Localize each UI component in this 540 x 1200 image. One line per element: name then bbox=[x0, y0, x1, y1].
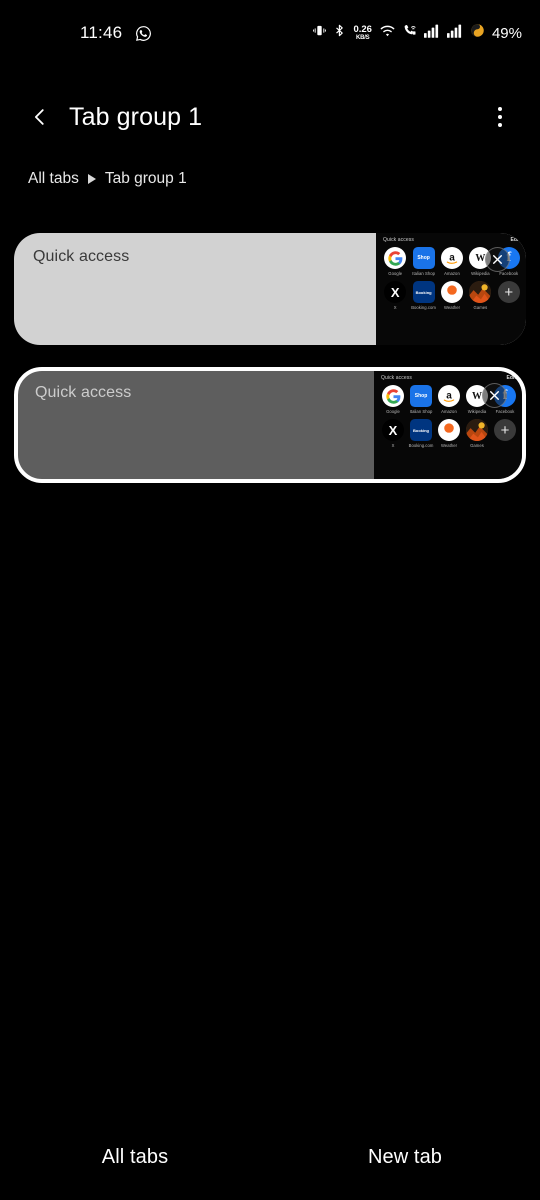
shortcut-label: Weather bbox=[443, 305, 461, 310]
shortcut-item: Google bbox=[379, 385, 407, 414]
games-icon bbox=[469, 281, 492, 303]
add-shortcut-glyph: + bbox=[500, 421, 510, 439]
wifi-icon bbox=[379, 23, 396, 43]
shortcut-item: Games bbox=[466, 281, 494, 310]
shortcut-label: Wikipedia bbox=[467, 409, 487, 414]
status-bar-right: 0.26 KB/S 49% bbox=[312, 23, 522, 43]
add-shortcut-icon: + bbox=[497, 281, 520, 303]
bluetooth-icon bbox=[333, 23, 346, 43]
svg-text:a: a bbox=[446, 391, 452, 402]
google-icon bbox=[382, 385, 404, 407]
amazon-icon: a bbox=[438, 385, 460, 407]
amazon-icon: a bbox=[440, 247, 463, 269]
network-speed-value: 0.26 bbox=[353, 23, 372, 35]
all-tabs-button[interactable]: All tabs bbox=[0, 1146, 270, 1169]
tab-card-title: Quick access bbox=[35, 384, 132, 401]
shortcut-item: Weather bbox=[435, 419, 463, 448]
thumbnail-header: Quick access Edit bbox=[381, 375, 516, 381]
network-speed-indicator: 0.26 KB/S bbox=[353, 25, 372, 42]
status-bar: 11:46 0.26 KB/S 49% bbox=[0, 0, 540, 66]
tab-card[interactable]: Quick access Quick access Edit Google Sh… bbox=[14, 233, 526, 345]
shortcut-label: Amazon bbox=[441, 409, 457, 414]
shortcut-label: Games bbox=[470, 443, 484, 448]
x-twitter-icon: X bbox=[382, 419, 404, 441]
thumbnail-edit-link: Edit bbox=[506, 375, 516, 381]
shortcut-label: Booking.com bbox=[408, 443, 434, 448]
add-shortcut-glyph: + bbox=[504, 283, 514, 301]
shortcut-item: Google bbox=[381, 247, 409, 276]
thumbnail-title: Quick access bbox=[381, 375, 412, 381]
tab-card-wrapper: Quick access Quick access Edit Google Sh… bbox=[0, 367, 540, 483]
tab-card-selected[interactable]: Quick access Quick access Edit Google Sh… bbox=[14, 367, 526, 483]
breadcrumb-all-tabs[interactable]: All tabs bbox=[28, 170, 79, 188]
shortcut-label: Google bbox=[388, 271, 403, 276]
vibrate-icon bbox=[312, 23, 327, 43]
signal-bars-icon bbox=[423, 24, 441, 43]
bottom-navigation-bar: All tabs New tab bbox=[0, 1114, 540, 1200]
weather-icon bbox=[438, 419, 460, 441]
status-bar-left: 11:46 bbox=[80, 23, 152, 43]
shortcut-label: Italian Shop bbox=[412, 271, 435, 276]
breadcrumb: All tabs Tab group 1 bbox=[28, 170, 187, 188]
add-shortcut-icon: + bbox=[494, 419, 516, 441]
shop-icon: Shop bbox=[412, 247, 435, 269]
games-icon bbox=[466, 419, 488, 441]
shortcut-item: Shop Italian Shop bbox=[409, 247, 437, 276]
booking-icon: Booking bbox=[410, 419, 432, 441]
shortcut-label: Italian Shop bbox=[409, 409, 433, 414]
thumbnail-edit-link: Edit bbox=[510, 237, 520, 243]
shortcut-item: a Amazon bbox=[435, 385, 463, 414]
network-speed-unit: KB/S bbox=[355, 35, 370, 42]
shortcut-item: Shop Italian Shop bbox=[407, 385, 435, 414]
shortcut-label: Amazon bbox=[444, 271, 460, 276]
breadcrumb-arrow-icon bbox=[87, 174, 96, 184]
close-icon[interactable] bbox=[482, 383, 507, 408]
weather-icon bbox=[440, 281, 463, 303]
shortcut-label: Booking.com bbox=[411, 305, 436, 310]
shortcut-item: Weather bbox=[438, 281, 466, 310]
shortcut-item: Booking Booking.com bbox=[407, 419, 435, 448]
close-icon[interactable] bbox=[485, 247, 510, 272]
shortcut-label: Facebook bbox=[499, 271, 519, 276]
shortcut-label: Facebook bbox=[495, 409, 515, 414]
shortcut-item: a Amazon bbox=[438, 247, 466, 276]
shortcut-item: X X bbox=[379, 419, 407, 448]
tab-card-title: Quick access bbox=[33, 248, 130, 265]
shortcut-item: X X bbox=[381, 281, 409, 310]
shortcut-label: Weather bbox=[440, 443, 458, 448]
shortcut-label: Games bbox=[473, 305, 488, 310]
tab-list: Quick access Quick access Edit Google Sh… bbox=[0, 233, 540, 505]
more-options-icon[interactable] bbox=[482, 97, 518, 137]
app-header: Tab group 1 bbox=[0, 88, 540, 146]
shortcut-label: Wikipedia bbox=[471, 271, 490, 276]
x-twitter-icon: X bbox=[384, 281, 407, 303]
svg-text:a: a bbox=[449, 253, 455, 264]
tab-card-wrapper: Quick access Quick access Edit Google Sh… bbox=[0, 233, 540, 345]
shortcut-label: X bbox=[393, 305, 397, 310]
google-icon bbox=[384, 247, 407, 269]
battery-percentage: 49% bbox=[491, 24, 522, 42]
shortcut-item: Booking Booking.com bbox=[409, 281, 437, 310]
new-tab-button[interactable]: New tab bbox=[270, 1146, 540, 1169]
shop-icon: Shop bbox=[410, 385, 432, 407]
thumbnail-title: Quick access bbox=[383, 237, 414, 243]
shortcut-item: + bbox=[491, 419, 519, 448]
page-title: Tab group 1 bbox=[69, 102, 203, 131]
shortcut-label: Google bbox=[386, 409, 400, 414]
thumbnail-header: Quick access Edit bbox=[383, 237, 520, 243]
shortcut-item: Games bbox=[463, 419, 491, 448]
status-time: 11:46 bbox=[80, 23, 123, 42]
booking-icon: Booking bbox=[412, 281, 435, 303]
shortcut-item: + bbox=[495, 281, 523, 310]
call-wifi-icon bbox=[402, 23, 418, 43]
breadcrumb-current: Tab group 1 bbox=[104, 170, 187, 187]
back-chevron-icon[interactable] bbox=[22, 99, 58, 135]
whatsapp-icon bbox=[135, 25, 152, 42]
shortcut-label: X bbox=[391, 443, 395, 448]
signal-bars-icon bbox=[446, 24, 464, 43]
battery-saver-icon bbox=[470, 23, 485, 43]
